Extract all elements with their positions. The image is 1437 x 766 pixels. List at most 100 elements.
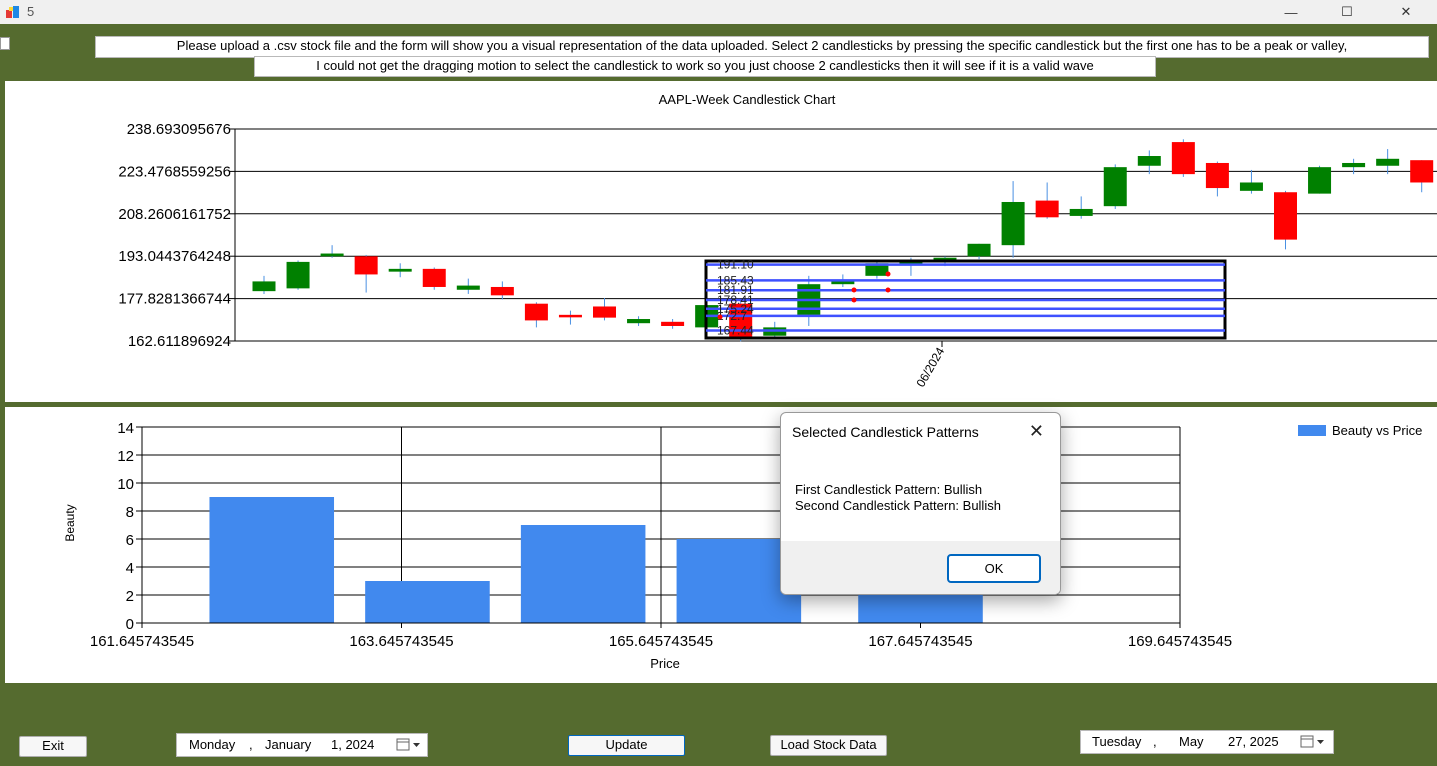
- candlestick[interactable]: [354, 254, 378, 293]
- y-tick-label: 193.0443764248: [118, 248, 231, 265]
- candlestick-series[interactable]: [252, 139, 1434, 342]
- maximize-button[interactable]: ☐: [1324, 0, 1370, 24]
- legend-label: Beauty vs Price: [1332, 423, 1422, 438]
- candle-body[interactable]: [558, 314, 582, 318]
- x-tick-label: 06/2024: [913, 345, 947, 390]
- candle-body[interactable]: [661, 321, 685, 326]
- candle-body[interactable]: [1171, 142, 1195, 175]
- candlestick[interactable]: [967, 243, 991, 260]
- close-button[interactable]: ✕: [1383, 0, 1429, 24]
- candlestick[interactable]: [627, 316, 651, 326]
- y-axis-label: Beauty: [63, 504, 77, 541]
- candlestick[interactable]: [286, 260, 310, 290]
- candlestick[interactable]: [558, 310, 582, 325]
- candle-body[interactable]: [1376, 158, 1400, 166]
- candle-body[interactable]: [1308, 167, 1332, 194]
- candle-body[interactable]: [1069, 208, 1093, 216]
- candlestick[interactable]: [1274, 190, 1297, 250]
- calendar-dropdown-icon[interactable]: [1299, 731, 1327, 760]
- candle-body[interactable]: [1205, 162, 1229, 189]
- close-icon: ✕: [1400, 4, 1412, 19]
- candle-body[interactable]: [831, 281, 855, 285]
- y-tick-label: 238.693095676: [127, 121, 231, 138]
- end-date-picker[interactable]: Tuesday , May 27, 2025: [1080, 730, 1334, 754]
- dialog-close-icon[interactable]: ✕: [1029, 421, 1044, 442]
- x-tick-label: 163.645743545: [349, 633, 453, 650]
- end-date-date: 27, 2025: [1228, 734, 1279, 749]
- second-pattern-text: Second Candlestick Pattern: Bullish: [795, 498, 1001, 513]
- candlestick[interactable]: [1308, 165, 1332, 194]
- start-date-day: Monday: [189, 737, 236, 752]
- candle-body[interactable]: [286, 261, 310, 289]
- y-tick-label: 162.611896924: [128, 333, 231, 350]
- y-tick-label: 12: [117, 448, 134, 465]
- calendar-dropdown-icon[interactable]: [395, 734, 423, 763]
- start-date-picker[interactable]: Monday , January 1, 2024: [176, 733, 428, 757]
- candle-body[interactable]: [1410, 160, 1434, 183]
- candlestick[interactable]: [593, 298, 616, 321]
- candle-body[interactable]: [1342, 162, 1366, 168]
- candle-body[interactable]: [1103, 167, 1127, 207]
- candlestick-chart[interactable]: AAPL-Week Candlestick Chart 238.69309567…: [5, 81, 1437, 402]
- candle-body[interactable]: [1035, 200, 1059, 218]
- instructions-line-2: I could not get the dragging motion to s…: [254, 56, 1156, 77]
- candle-body[interactable]: [1137, 156, 1161, 166]
- candlestick[interactable]: [661, 319, 685, 329]
- bar: [858, 595, 983, 623]
- x-tick-label: 161.645743545: [90, 633, 194, 650]
- candlestick[interactable]: [1103, 164, 1127, 209]
- candlestick[interactable]: [1001, 181, 1025, 258]
- candlestick[interactable]: [1239, 169, 1263, 194]
- y-tick-label: 8: [126, 504, 134, 521]
- first-pattern-text: First Candlestick Pattern: Bullish: [795, 482, 983, 497]
- candlestick[interactable]: [320, 245, 344, 258]
- candlestick[interactable]: [1376, 149, 1400, 175]
- selection-marker: [851, 297, 857, 303]
- candle-body[interactable]: [456, 285, 480, 290]
- candlestick[interactable]: [388, 263, 412, 278]
- candle-body[interactable]: [1239, 182, 1263, 191]
- candle-body[interactable]: [422, 268, 446, 287]
- beauty-vs-price-chart: 14 12 10 8 6 4 2 0161.645743545 163.645743545 165…: [63, 420, 1422, 671]
- load-stock-data-button[interactable]: Load Stock Data: [770, 735, 887, 756]
- candle-body[interactable]: [1274, 192, 1297, 240]
- candlestick[interactable]: [422, 267, 446, 290]
- minimize-button[interactable]: —: [1268, 0, 1314, 24]
- candlestick[interactable]: [456, 278, 480, 294]
- end-date-day: Tuesday: [1092, 734, 1142, 749]
- checkbox[interactable]: [0, 37, 10, 50]
- candle-body[interactable]: [1001, 201, 1025, 246]
- candlestick[interactable]: [1205, 161, 1229, 197]
- ok-button[interactable]: OK: [947, 554, 1041, 583]
- candle-body[interactable]: [490, 286, 514, 296]
- beauty-chart-panel: 14 12 10 8 6 4 2 0 161.645743545 163.645743545 165…: [5, 407, 1437, 683]
- candle-body[interactable]: [252, 281, 276, 292]
- candlestick[interactable]: [1410, 160, 1434, 193]
- x-tick-label: 167.645743545: [868, 633, 972, 650]
- selection-marker: [851, 287, 857, 293]
- candle-body[interactable]: [320, 253, 344, 257]
- candlestick-chart-panel[interactable]: AAPL-Week Candlestick Chart 238.69309567…: [5, 81, 1437, 402]
- candlestick[interactable]: [1171, 139, 1195, 177]
- candle-body[interactable]: [524, 303, 548, 321]
- selection-marker: [885, 271, 891, 277]
- wave-selection-overlay: 191.10185.43181.91178.41175.24172.7167.4…: [704, 258, 1227, 340]
- candlestick[interactable]: [252, 275, 276, 294]
- selected-patterns-dialog: Selected Candlestick Patterns ✕ First Ca…: [780, 412, 1061, 595]
- candlestick-chart-title: AAPL-Week Candlestick Chart: [659, 92, 836, 107]
- candle-body[interactable]: [354, 256, 378, 275]
- update-button[interactable]: Update: [568, 735, 685, 756]
- candlestick[interactable]: [1137, 150, 1161, 175]
- candle-body[interactable]: [627, 319, 651, 324]
- date-separator: ,: [249, 737, 253, 752]
- candle-body[interactable]: [967, 243, 991, 257]
- candlestick[interactable]: [1069, 196, 1093, 219]
- candle-body[interactable]: [593, 306, 616, 318]
- candlestick[interactable]: [490, 281, 514, 300]
- date-separator: ,: [1153, 734, 1157, 749]
- instructions-line-1: Please upload a .csv stock file and the …: [95, 36, 1429, 58]
- candlestick[interactable]: [1035, 182, 1059, 219]
- candlestick[interactable]: [524, 302, 548, 328]
- exit-button[interactable]: Exit: [19, 736, 87, 757]
- candle-body[interactable]: [388, 268, 412, 272]
